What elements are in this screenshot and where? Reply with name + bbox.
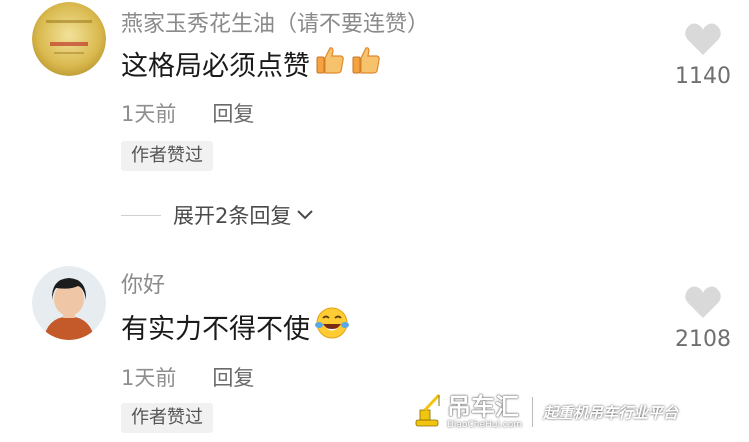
reply-button[interactable]: 回复	[212, 102, 254, 126]
comment-time: 1天前	[121, 366, 177, 390]
author-liked-badge: 作者赞过	[121, 141, 213, 171]
reply-button[interactable]: 回复	[212, 366, 254, 390]
author-liked-badge: 作者赞过	[121, 403, 213, 433]
like-button[interactable]: 2108	[668, 285, 738, 352]
heart-icon	[685, 286, 721, 318]
watermark-slogan: 起重机吊车行业平台	[543, 403, 679, 422]
comment-username[interactable]: 燕家玉秀花生油（请不要连赞）	[121, 6, 429, 38]
crane-logo-icon	[413, 392, 443, 432]
watermark-url: DiaoCheHui.com	[447, 420, 523, 430]
like-count: 1140	[675, 64, 731, 89]
comment-meta: 1天前 回复	[121, 362, 254, 392]
expand-replies-label: 展开2条回复	[173, 204, 292, 228]
comment-meta: 1天前 回复	[121, 98, 254, 128]
like-count: 2108	[675, 327, 731, 352]
thumbs-up-icon	[314, 44, 346, 83]
comment-content: 这格局必须点赞	[121, 44, 382, 83]
chevron-down-icon	[295, 203, 315, 227]
expand-replies-button[interactable]: 展开2条回复	[121, 200, 315, 230]
comment-text: 这格局必须点赞	[121, 51, 310, 82]
watermark-brand-name: 吊车汇	[447, 393, 519, 421]
comment-list: 燕家玉秀花生油（请不要连赞） 这格局必须点赞 1天前回复 作者赞过 1140	[0, 0, 749, 442]
like-button[interactable]: 1140	[668, 22, 738, 89]
comment-time: 1天前	[121, 102, 177, 126]
comment-text: 有实力不得不使	[121, 314, 310, 345]
avatar[interactable]	[32, 266, 106, 340]
watermark: 吊车汇 DiaoCheHui.com 起重机吊车行业平台	[413, 392, 713, 432]
thumbs-up-icon	[350, 44, 382, 83]
avatar-portrait-image	[32, 266, 106, 340]
comment-username[interactable]: 你好	[121, 267, 165, 299]
avatar-gold-seal-image	[32, 2, 106, 76]
comment-content: 有实力不得不使	[121, 305, 350, 348]
heart-icon	[685, 23, 721, 55]
watermark-brand: 吊车汇 DiaoCheHui.com	[447, 394, 522, 430]
avatar[interactable]	[32, 2, 106, 76]
divider-line	[121, 214, 161, 216]
laughing-tears-icon	[314, 305, 350, 348]
watermark-divider	[532, 397, 534, 427]
